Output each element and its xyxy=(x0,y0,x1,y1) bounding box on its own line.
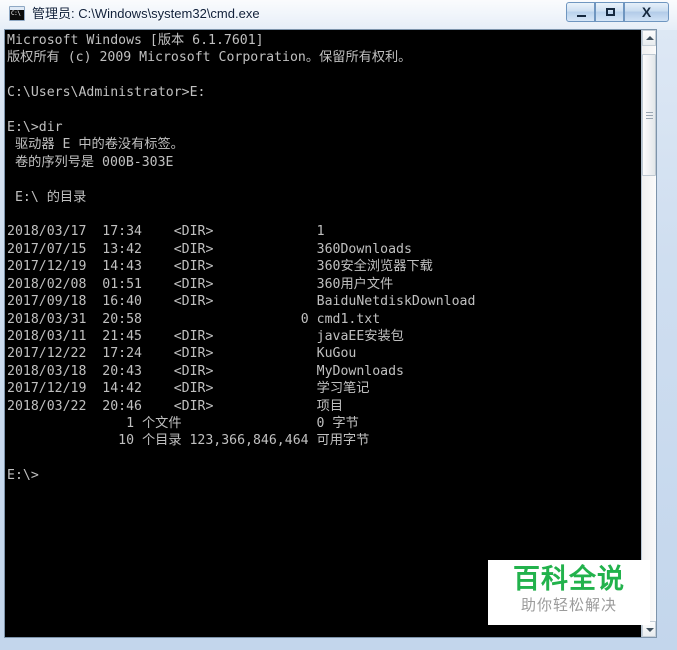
maximize-button[interactable] xyxy=(595,2,624,22)
minimize-button[interactable] xyxy=(566,2,595,22)
watermark-subtitle: 助你轻松解决 xyxy=(520,597,617,614)
cmd-console-icon: C:\ xyxy=(9,6,25,21)
close-icon: X xyxy=(641,4,652,20)
maximize-icon xyxy=(606,8,615,16)
minimize-icon xyxy=(577,15,586,17)
chevron-up-icon xyxy=(646,36,654,40)
scrollbar-grip-line xyxy=(646,112,653,113)
window-title: 管理员: C:\Windows\system32\cmd.exe xyxy=(32,6,260,21)
watermark-title: 百科全说 xyxy=(513,564,625,594)
close-button[interactable]: X xyxy=(624,2,669,22)
watermark-overlay: 百科全说 助你轻松解决 xyxy=(488,560,650,625)
console-output-area[interactable]: Microsoft Windows [版本 6.1.7601] 版权所有 (c)… xyxy=(4,29,657,638)
window-titlebar[interactable]: C:\ 管理员: C:\Windows\system32\cmd.exe X xyxy=(0,0,677,28)
scrollbar-up-button[interactable] xyxy=(642,30,656,46)
console-text: Microsoft Windows [版本 6.1.7601] 版权所有 (c)… xyxy=(7,33,476,484)
chevron-down-icon xyxy=(646,628,654,632)
scrollbar-thumb[interactable] xyxy=(642,54,656,176)
scrollbar-grip-line xyxy=(646,115,653,116)
console-scrollbar[interactable] xyxy=(641,30,656,637)
cmd-window: C:\ 管理员: C:\Windows\system32\cmd.exe X M… xyxy=(0,0,677,650)
scrollbar-grip-line xyxy=(646,118,653,119)
cmd-icon-prompt-text: C:\ xyxy=(11,10,21,17)
